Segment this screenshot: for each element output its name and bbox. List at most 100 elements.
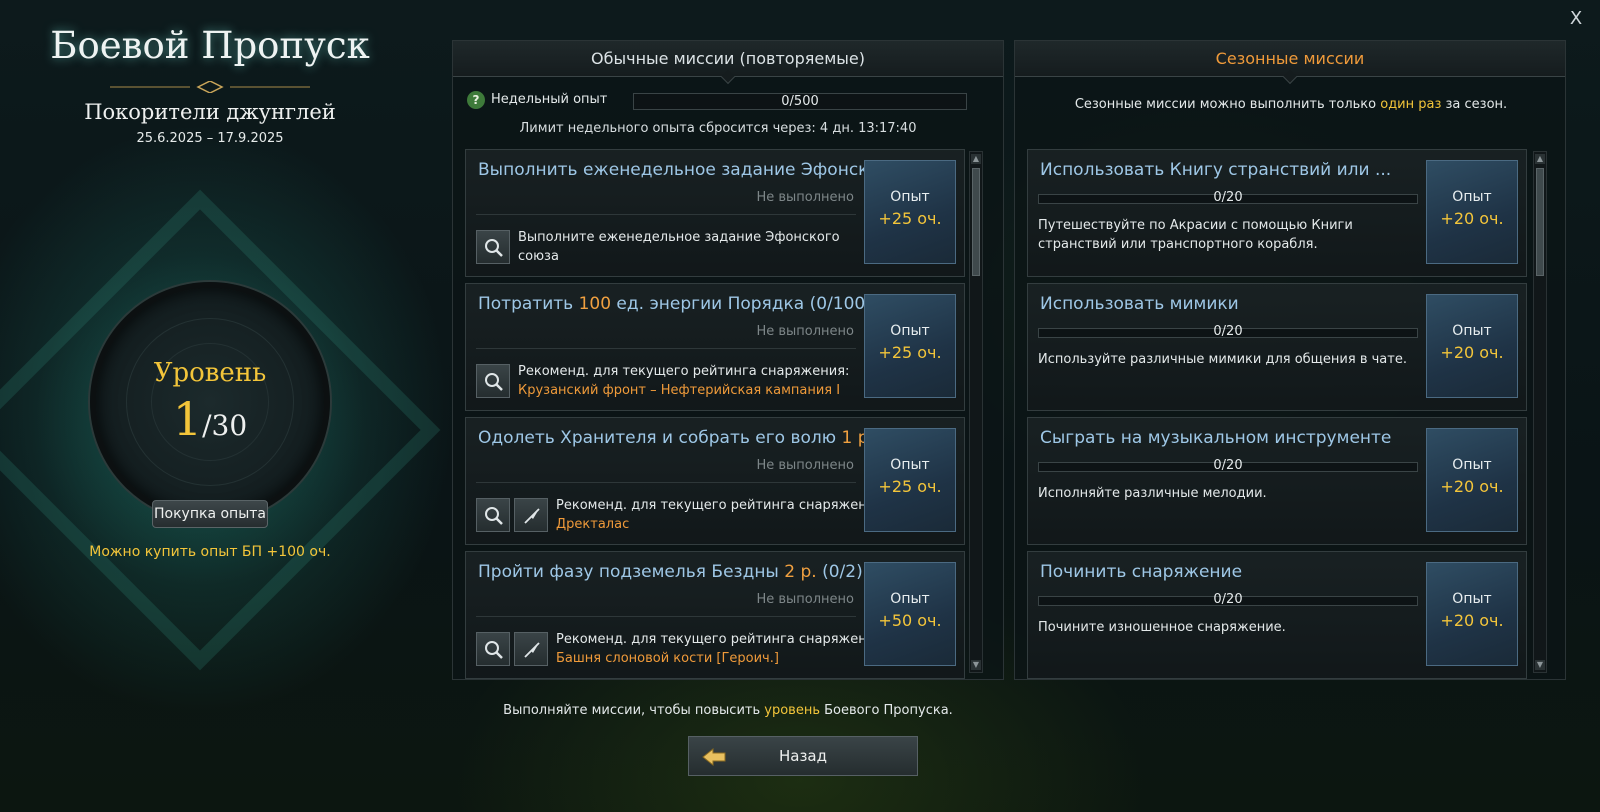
weekly-reset-note: Лимит недельного опыта сбросится через: … (519, 121, 917, 136)
scroll-up-icon[interactable]: ▲ (971, 154, 981, 164)
back-button[interactable]: Назад (688, 736, 918, 776)
normal-missions-scrollbar[interactable]: ▲ ▼ (969, 151, 983, 673)
mission-title: Выполнить еженедельное задание Эфонского… (478, 160, 868, 180)
recommended-location: Крузанский фронт – Нефтерийская кампания… (518, 383, 841, 398)
mission-description: Исполняйте различные мелодии. (1038, 486, 1267, 501)
reward-points: +50 оч. (878, 611, 942, 630)
search-button[interactable] (476, 498, 510, 532)
season-name: Покорители джунглей (84, 100, 336, 124)
search-button[interactable] (476, 364, 510, 398)
page-title: Боевой Пропуск (50, 24, 370, 67)
buy-exp-note: Можно купить опыт БП +100 оч. (89, 544, 331, 560)
search-icon (485, 507, 503, 525)
season-note: Сезонные миссии можно выполнить только о… (1074, 97, 1508, 112)
normal-missions-panel: Обычные миссии (повторяемые) ? Недельный… (452, 40, 1004, 680)
mission-title: Использовать мимики (1040, 294, 1239, 314)
season-missions-scrollbar[interactable]: ▲ ▼ (1533, 151, 1547, 673)
weekly-exp-value: 0/500 (781, 94, 819, 109)
mission-status: Не выполнено (756, 458, 854, 473)
navigate-button[interactable] (514, 498, 548, 532)
tab-normal-missions[interactable]: Обычные миссии (повторяемые) (453, 41, 1003, 85)
mission-title: Одолеть Хранителя и собрать его волю 1 р… (478, 428, 868, 448)
reward-points: +25 оч. (878, 209, 942, 228)
scroll-thumb[interactable] (1536, 168, 1544, 276)
mission-title: Использовать Книгу странствий или ... (1040, 160, 1392, 180)
mission-description: Используйте различные мимики для общения… (1038, 352, 1407, 367)
reward-label: Опыт (1452, 591, 1492, 607)
mission-title: Потратить 100 ед. энергии Порядка (0/100… (478, 294, 868, 314)
reward-label: Опыт (890, 457, 930, 473)
reward-box: Опыт +25 оч. (864, 160, 956, 264)
search-icon (485, 239, 503, 257)
reward-points: +20 оч. (1440, 343, 1504, 362)
reward-box: Опыт +20 оч. (1426, 562, 1518, 666)
reward-label: Опыт (1452, 189, 1492, 205)
mission-title: Сыграть на музыкальном инструменте (1040, 428, 1392, 448)
reward-box: Опыт +25 оч. (864, 428, 956, 532)
compass-icon (524, 642, 540, 658)
reward-box: Опыт +20 оч. (1426, 160, 1518, 264)
reward-points: +25 оч. (878, 343, 942, 362)
divider (476, 214, 856, 215)
level-current: 1 (172, 392, 203, 446)
mission-title: Пройти фазу подземелья Бездны 2 р. (0/2) (478, 562, 863, 582)
mission-progress-value: 0/20 (1213, 190, 1243, 205)
mission-status: Не выполнено (756, 190, 854, 205)
close-button[interactable]: X (1566, 8, 1586, 30)
season-mission-card[interactable]: Использовать Книгу странствий или ... 0/… (1027, 149, 1527, 277)
season-missions-panel: Сезонные миссии Сезонные миссии можно вы… (1014, 40, 1566, 680)
scroll-thumb[interactable] (972, 168, 980, 276)
mission-progress-value: 0/20 (1213, 458, 1243, 473)
bottom-hint: Выполняйте миссии, чтобы повысить уровен… (503, 703, 953, 718)
level-label: Уровень (153, 358, 267, 388)
scroll-up-icon[interactable]: ▲ (1535, 154, 1545, 164)
reward-label: Опыт (1452, 323, 1492, 339)
level-value: 1/30 (90, 392, 330, 446)
reward-box: Опыт +50 оч. (864, 562, 956, 666)
reward-points: +25 оч. (878, 477, 942, 496)
help-icon[interactable]: ? (467, 91, 485, 109)
season-dates: 25.6.2025 – 17.9.2025 (136, 131, 284, 146)
mission-card[interactable]: Выполнить еженедельное задание Эфонского… (465, 149, 965, 277)
search-button[interactable] (476, 230, 510, 264)
mission-card[interactable]: Потратить 100 ед. энергии Порядка (0/100… (465, 283, 965, 411)
mission-description: Рекоменд. для текущего рейтинга снаряжен… (556, 630, 896, 668)
reward-label: Опыт (890, 591, 930, 607)
mission-description: Рекоменд. для текущего рейтинга снаряжен… (518, 362, 858, 400)
normal-missions-list: Выполнить еженедельное задание Эфонского… (465, 149, 965, 685)
season-mission-card[interactable]: Починить снаряжение 0/20 Почините изноше… (1027, 551, 1527, 679)
tab-season-missions-label: Сезонные миссии (1215, 49, 1365, 68)
season-mission-card[interactable]: Сыграть на музыкальном инструменте 0/20 … (1027, 417, 1527, 545)
mission-title: Починить снаряжение (1040, 562, 1243, 582)
reward-label: Опыт (890, 323, 930, 339)
mission-card[interactable]: Пройти фазу подземелья Бездны 2 р. (0/2)… (465, 551, 965, 679)
scroll-down-icon[interactable]: ▼ (971, 660, 981, 670)
search-icon (485, 373, 503, 391)
weekly-exp-label: Недельный опыт (491, 92, 608, 107)
mission-description: Почините изношенное снаряжение. (1038, 620, 1286, 635)
back-button-label: Назад (778, 747, 827, 765)
mission-progress-value: 0/20 (1213, 324, 1243, 339)
scroll-down-icon[interactable]: ▼ (1535, 660, 1545, 670)
mission-card[interactable]: Одолеть Хранителя и собрать его волю 1 р… (465, 417, 965, 545)
divider (476, 616, 856, 617)
navigate-button[interactable] (514, 632, 548, 666)
season-mission-card[interactable]: Использовать мимики 0/20 Используйте раз… (1027, 283, 1527, 411)
buy-exp-button[interactable]: Покупка опыта (152, 500, 268, 528)
reward-label: Опыт (1452, 457, 1492, 473)
divider (476, 348, 856, 349)
reward-label: Опыт (890, 189, 930, 205)
mission-progress-value: 0/20 (1213, 592, 1243, 607)
level-max: /30 (202, 409, 248, 442)
reward-box: Опыт +20 оч. (1426, 428, 1518, 532)
reward-points: +20 оч. (1440, 611, 1504, 630)
weekly-exp-row: ? Недельный опыт 0/500 (467, 91, 967, 111)
reward-points: +20 оч. (1440, 209, 1504, 228)
search-button[interactable] (476, 632, 510, 666)
recommended-location: Башня слоновой кости [Героич.] (556, 651, 779, 666)
tab-season-missions[interactable]: Сезонные миссии (1015, 41, 1565, 85)
reward-points: +20 оч. (1440, 477, 1504, 496)
compass-icon (524, 508, 540, 524)
reward-box: Опыт +25 оч. (864, 294, 956, 398)
mission-description: Выполните еженедельное задание Эфонского… (518, 230, 840, 264)
